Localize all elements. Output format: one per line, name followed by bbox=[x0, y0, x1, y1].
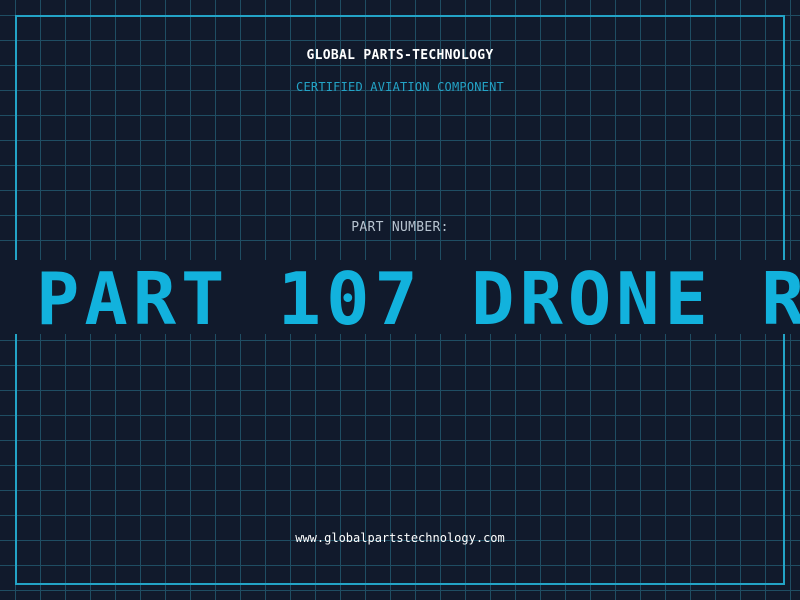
part-number-label: PART NUMBER: bbox=[351, 220, 449, 235]
website-url[interactable]: www.globalpartstechnology.com bbox=[0, 531, 800, 545]
part-number-value: PART 107 DRONE RU bbox=[36, 260, 800, 334]
certificate-page: GLOBAL PARTS-TECHNOLOGY CERTIFIED AVIATI… bbox=[0, 0, 800, 600]
part-number-banner: PART 107 DRONE RU bbox=[0, 260, 800, 334]
company-name: GLOBAL PARTS-TECHNOLOGY bbox=[306, 48, 494, 63]
certification-subtitle: CERTIFIED AVIATION COMPONENT bbox=[296, 80, 504, 94]
